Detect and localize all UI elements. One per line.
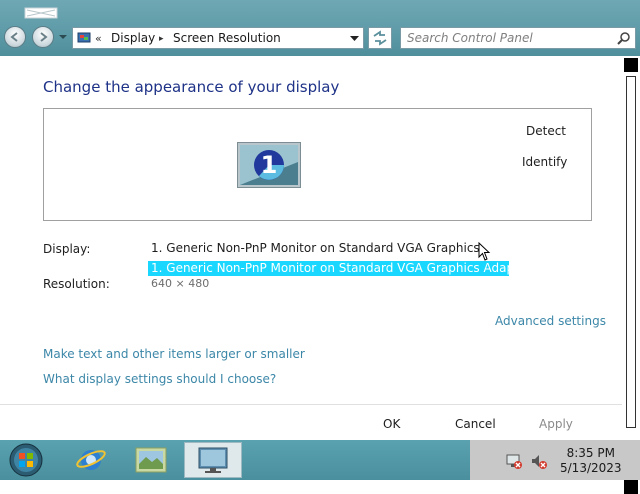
taskbar-internet-explorer[interactable] (64, 442, 118, 478)
display-dropdown-option[interactable]: 1. Generic Non-PnP Monitor on Standard V… (148, 261, 509, 276)
start-orb-icon[interactable] (6, 442, 46, 478)
explorer-icon (135, 447, 167, 473)
breadcrumb-overflow[interactable]: « (95, 32, 102, 45)
display-label: Display: (43, 242, 91, 256)
vertical-scrollbar[interactable] (622, 56, 640, 494)
detect-button[interactable]: Detect (526, 124, 566, 138)
taskbar-explorer[interactable] (124, 442, 178, 478)
breadcrumb-screen-resolution[interactable]: Screen Resolution (173, 31, 281, 45)
clock-time: 8:35 PM (566, 446, 615, 460)
clock-date: 5/13/2023 (560, 461, 622, 475)
display-preview-area[interactable] (43, 108, 592, 221)
text-size-link[interactable]: Make text and other items larger or smal… (43, 347, 305, 361)
control-panel-icon (77, 32, 91, 43)
volume-muted-icon[interactable] (530, 452, 548, 470)
refresh-button[interactable] (368, 27, 392, 49)
internet-explorer-icon (76, 450, 106, 470)
search-box[interactable]: Search Control Panel (400, 27, 636, 49)
footer-divider (0, 404, 622, 405)
address-dropdown-icon[interactable] (350, 36, 359, 42)
scroll-down-button[interactable] (624, 480, 638, 494)
monitor-number: 1 (261, 151, 278, 179)
mouse-cursor-icon (478, 242, 491, 261)
advanced-settings-link[interactable]: Advanced settings (495, 314, 606, 328)
network-icon[interactable] (505, 452, 523, 470)
apply-button[interactable]: Apply (539, 417, 573, 431)
display-settings-icon (198, 447, 228, 473)
page-title: Change the appearance of your display (43, 78, 340, 96)
display-help-link[interactable]: What display settings should I choose? (43, 372, 276, 386)
forward-button[interactable] (32, 26, 54, 48)
scrollbar-thumb[interactable] (626, 76, 636, 428)
taskbar-display-settings[interactable] (184, 442, 242, 478)
breadcrumb-display[interactable]: Display (111, 31, 155, 45)
recent-pages-dropdown[interactable] (59, 33, 67, 41)
search-icon[interactable] (617, 31, 631, 45)
scroll-up-button[interactable] (624, 58, 638, 72)
identify-button[interactable]: Identify (522, 155, 567, 169)
cancel-button[interactable]: Cancel (455, 417, 496, 431)
search-placeholder: Search Control Panel (407, 31, 533, 45)
breadcrumb-separator[interactable]: ▸ (159, 34, 164, 44)
back-icon (10, 32, 18, 42)
back-button[interactable] (4, 26, 26, 48)
forward-icon (40, 32, 48, 42)
window-icon (24, 7, 58, 19)
taskbar-clock[interactable]: 8:35 PM 5/13/2023 (560, 446, 622, 476)
address-bar[interactable]: « Display ▸ Screen Resolution (72, 27, 364, 49)
ok-button[interactable]: OK (383, 417, 400, 431)
resolution-select[interactable]: 640 × 480 (151, 277, 209, 290)
monitor-icon[interactable]: 1 (237, 142, 301, 188)
display-select[interactable]: 1. Generic Non-PnP Monitor on Standard V… (151, 241, 481, 259)
resolution-label: Resolution: (43, 277, 110, 291)
refresh-icon (373, 30, 387, 46)
